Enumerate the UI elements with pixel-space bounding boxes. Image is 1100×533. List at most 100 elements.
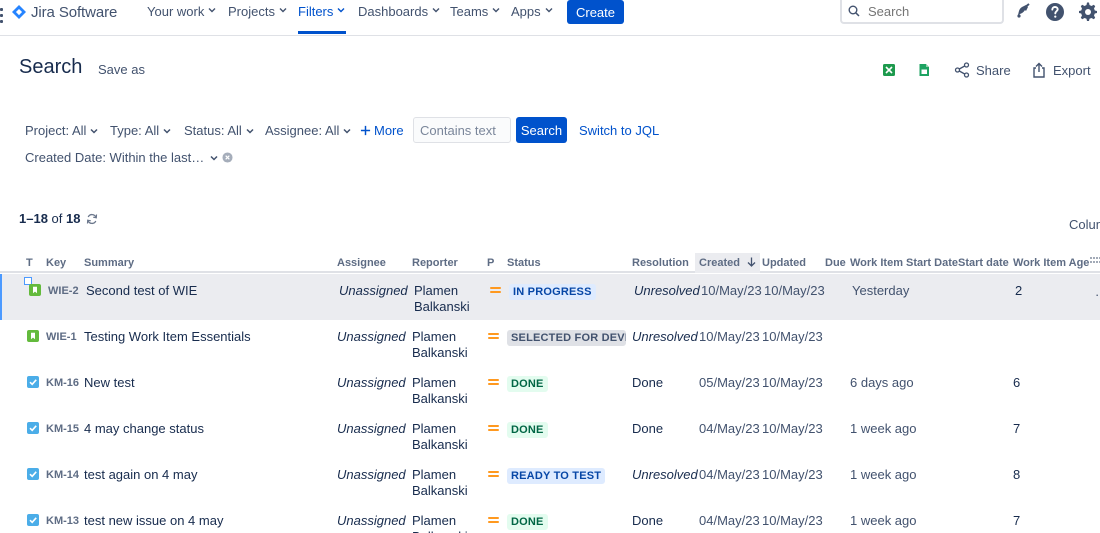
issue-key-link[interactable]: WIE-2 <box>48 285 79 297</box>
table-row[interactable]: KM-14 test again on 4 may Unassigned Plamen… <box>0 458 1100 504</box>
updated-cell: 10/May/23 <box>762 375 823 390</box>
created-date-filter[interactable]: Created Date: Within the last… <box>25 150 233 165</box>
more-filters-button[interactable]: More <box>360 123 404 138</box>
contains-text-input[interactable] <box>413 117 511 143</box>
global-search[interactable] <box>840 0 1004 24</box>
export-icon <box>1033 62 1045 78</box>
priority-medium-icon <box>488 333 499 341</box>
table-row[interactable]: WIE-1 Testing Work Item Essentials Unassig… <box>0 320 1100 366</box>
nav-projects[interactable]: Projects <box>228 0 287 34</box>
status-lozenge[interactable]: DONE <box>507 376 548 392</box>
issue-key-link[interactable]: WIE-1 <box>46 331 77 343</box>
create-button[interactable]: Create <box>567 0 624 24</box>
work-item-age-cell: 2 <box>1015 283 1023 298</box>
work-item-start-date-cell: 1 week ago <box>850 467 917 482</box>
nav-teams[interactable]: Teams <box>450 0 500 34</box>
notifications-icon[interactable] <box>1013 2 1033 22</box>
status-filter[interactable]: Status: All <box>184 123 254 138</box>
resolution-cell: Unresolved <box>634 283 700 298</box>
issue-key-link[interactable]: KM-15 <box>46 423 79 435</box>
search-button[interactable]: Search <box>516 117 567 143</box>
nav-your-work[interactable]: Your work <box>147 0 216 34</box>
google-sheets-icon[interactable] <box>917 63 931 77</box>
nav-dashboards[interactable]: Dashboards <box>358 0 440 34</box>
more-label: More <box>374 123 404 138</box>
resolution-cell: Unresolved <box>632 467 698 482</box>
columns-button[interactable]: Columns <box>1069 217 1100 232</box>
assignee-filter[interactable]: Assignee: All <box>265 123 351 138</box>
table-row[interactable]: KM-16 New test Unassigned Plamen Balkanski D… <box>0 366 1100 412</box>
task-icon <box>27 468 39 480</box>
share-icon <box>954 62 970 78</box>
column-header-priority[interactable]: P <box>487 257 494 269</box>
table-header: T Key Summary Assignee Reporter P Status… <box>0 253 1100 273</box>
logo-text: Jira Software <box>31 3 118 21</box>
updated-cell: 10/May/23 <box>762 513 823 528</box>
column-header-resolution[interactable]: Resolution <box>632 257 689 269</box>
task-icon <box>27 514 39 526</box>
assignee-cell: Unassigned <box>337 375 406 390</box>
reporter-cell: Plamen Balkanski <box>414 283 470 314</box>
global-search-input[interactable] <box>868 3 988 19</box>
column-header-reporter[interactable]: Reporter <box>412 257 458 269</box>
column-config-icon[interactable] <box>1090 255 1100 265</box>
issue-summary-link[interactable]: New test <box>84 375 135 390</box>
switch-to-jql-link[interactable]: Switch to JQL <box>579 123 659 138</box>
status-lozenge[interactable]: SELECTED FOR DEVELOPMENT <box>507 330 626 346</box>
issue-key-link[interactable]: KM-14 <box>46 469 79 481</box>
issue-summary-link[interactable]: Second test of WIE <box>86 283 197 298</box>
created-date-filter-label: Created Date: Within the last… <box>25 150 205 165</box>
status-lozenge[interactable]: READY TO TEST <box>507 468 606 484</box>
column-header-updated[interactable]: Updated <box>762 257 806 269</box>
status-lozenge[interactable]: IN PROGRESS <box>509 284 596 300</box>
issue-summary-link[interactable]: Testing Work Item Essentials <box>84 329 251 344</box>
column-header-key[interactable]: Key <box>46 257 66 269</box>
column-header-type[interactable]: T <box>26 257 33 269</box>
issue-summary-link[interactable]: test new issue on 4 may <box>84 513 223 528</box>
status-filter-label: Status: All <box>184 123 242 138</box>
issue-summary-link[interactable]: 4 may change status <box>84 421 204 436</box>
column-header-due[interactable]: Due <box>825 257 846 269</box>
created-cell: 05/May/23 <box>699 375 760 390</box>
status-lozenge[interactable]: DONE <box>507 422 548 438</box>
issue-summary-link[interactable]: test again on 4 may <box>84 467 197 482</box>
work-item-age-cell: 7 <box>1013 513 1021 528</box>
column-header-assignee[interactable]: Assignee <box>337 257 386 269</box>
share-button[interactable]: Share <box>954 62 1011 78</box>
excel-icon[interactable] <box>882 63 896 77</box>
status-lozenge[interactable]: DONE <box>507 514 548 530</box>
export-button[interactable]: Export <box>1031 62 1091 78</box>
column-header-summary[interactable]: Summary <box>84 257 134 269</box>
table-row[interactable]: KM-15 4 may change status Unassigned Plamen… <box>0 412 1100 458</box>
clear-filter-icon[interactable] <box>222 152 233 163</box>
type-filter[interactable]: Type: All <box>110 123 171 138</box>
column-header-created[interactable]: Created <box>695 253 761 273</box>
nav-label: Projects <box>228 4 275 19</box>
column-header-status[interactable]: Status <box>507 257 541 269</box>
nav-filters[interactable]: Filters <box>298 0 347 34</box>
chevron-down-icon <box>208 8 216 13</box>
table-row[interactable]: WIE-2 Second test of WIE Unassigned Plamen … <box>0 274 1100 320</box>
issue-key-link[interactable]: KM-13 <box>46 515 79 527</box>
resolution-cell: Done <box>632 421 664 436</box>
jira-logo[interactable]: Jira Software <box>12 3 117 21</box>
row-actions-icon[interactable]: · <box>1095 287 1099 302</box>
project-filter-label: Project: All <box>25 123 87 138</box>
settings-gear-icon[interactable] <box>1078 2 1098 22</box>
column-header-work-item-age[interactable]: Work Item Age <box>1013 257 1089 269</box>
app-switcher-icon[interactable] <box>0 8 3 26</box>
nav-apps[interactable]: Apps <box>511 0 553 34</box>
created-cell: 04/May/23 <box>699 467 760 482</box>
project-filter[interactable]: Project: All <box>25 123 98 138</box>
task-icon <box>27 376 39 388</box>
column-header-work-item-start-date[interactable]: Work Item Start Date <box>850 257 958 269</box>
help-icon[interactable] <box>1045 2 1065 22</box>
save-as-button[interactable]: Save as <box>98 62 145 77</box>
issue-key-link[interactable]: KM-16 <box>46 377 79 389</box>
page-title: Search <box>19 56 83 78</box>
updated-cell: 10/May/23 <box>762 329 823 344</box>
table-row[interactable]: KM-13 test new issue on 4 may Unassigned Pl… <box>0 504 1100 533</box>
column-header-start-date[interactable]: Start date <box>958 257 1009 269</box>
refresh-icon[interactable] <box>86 213 98 225</box>
priority-medium-icon <box>490 287 501 295</box>
